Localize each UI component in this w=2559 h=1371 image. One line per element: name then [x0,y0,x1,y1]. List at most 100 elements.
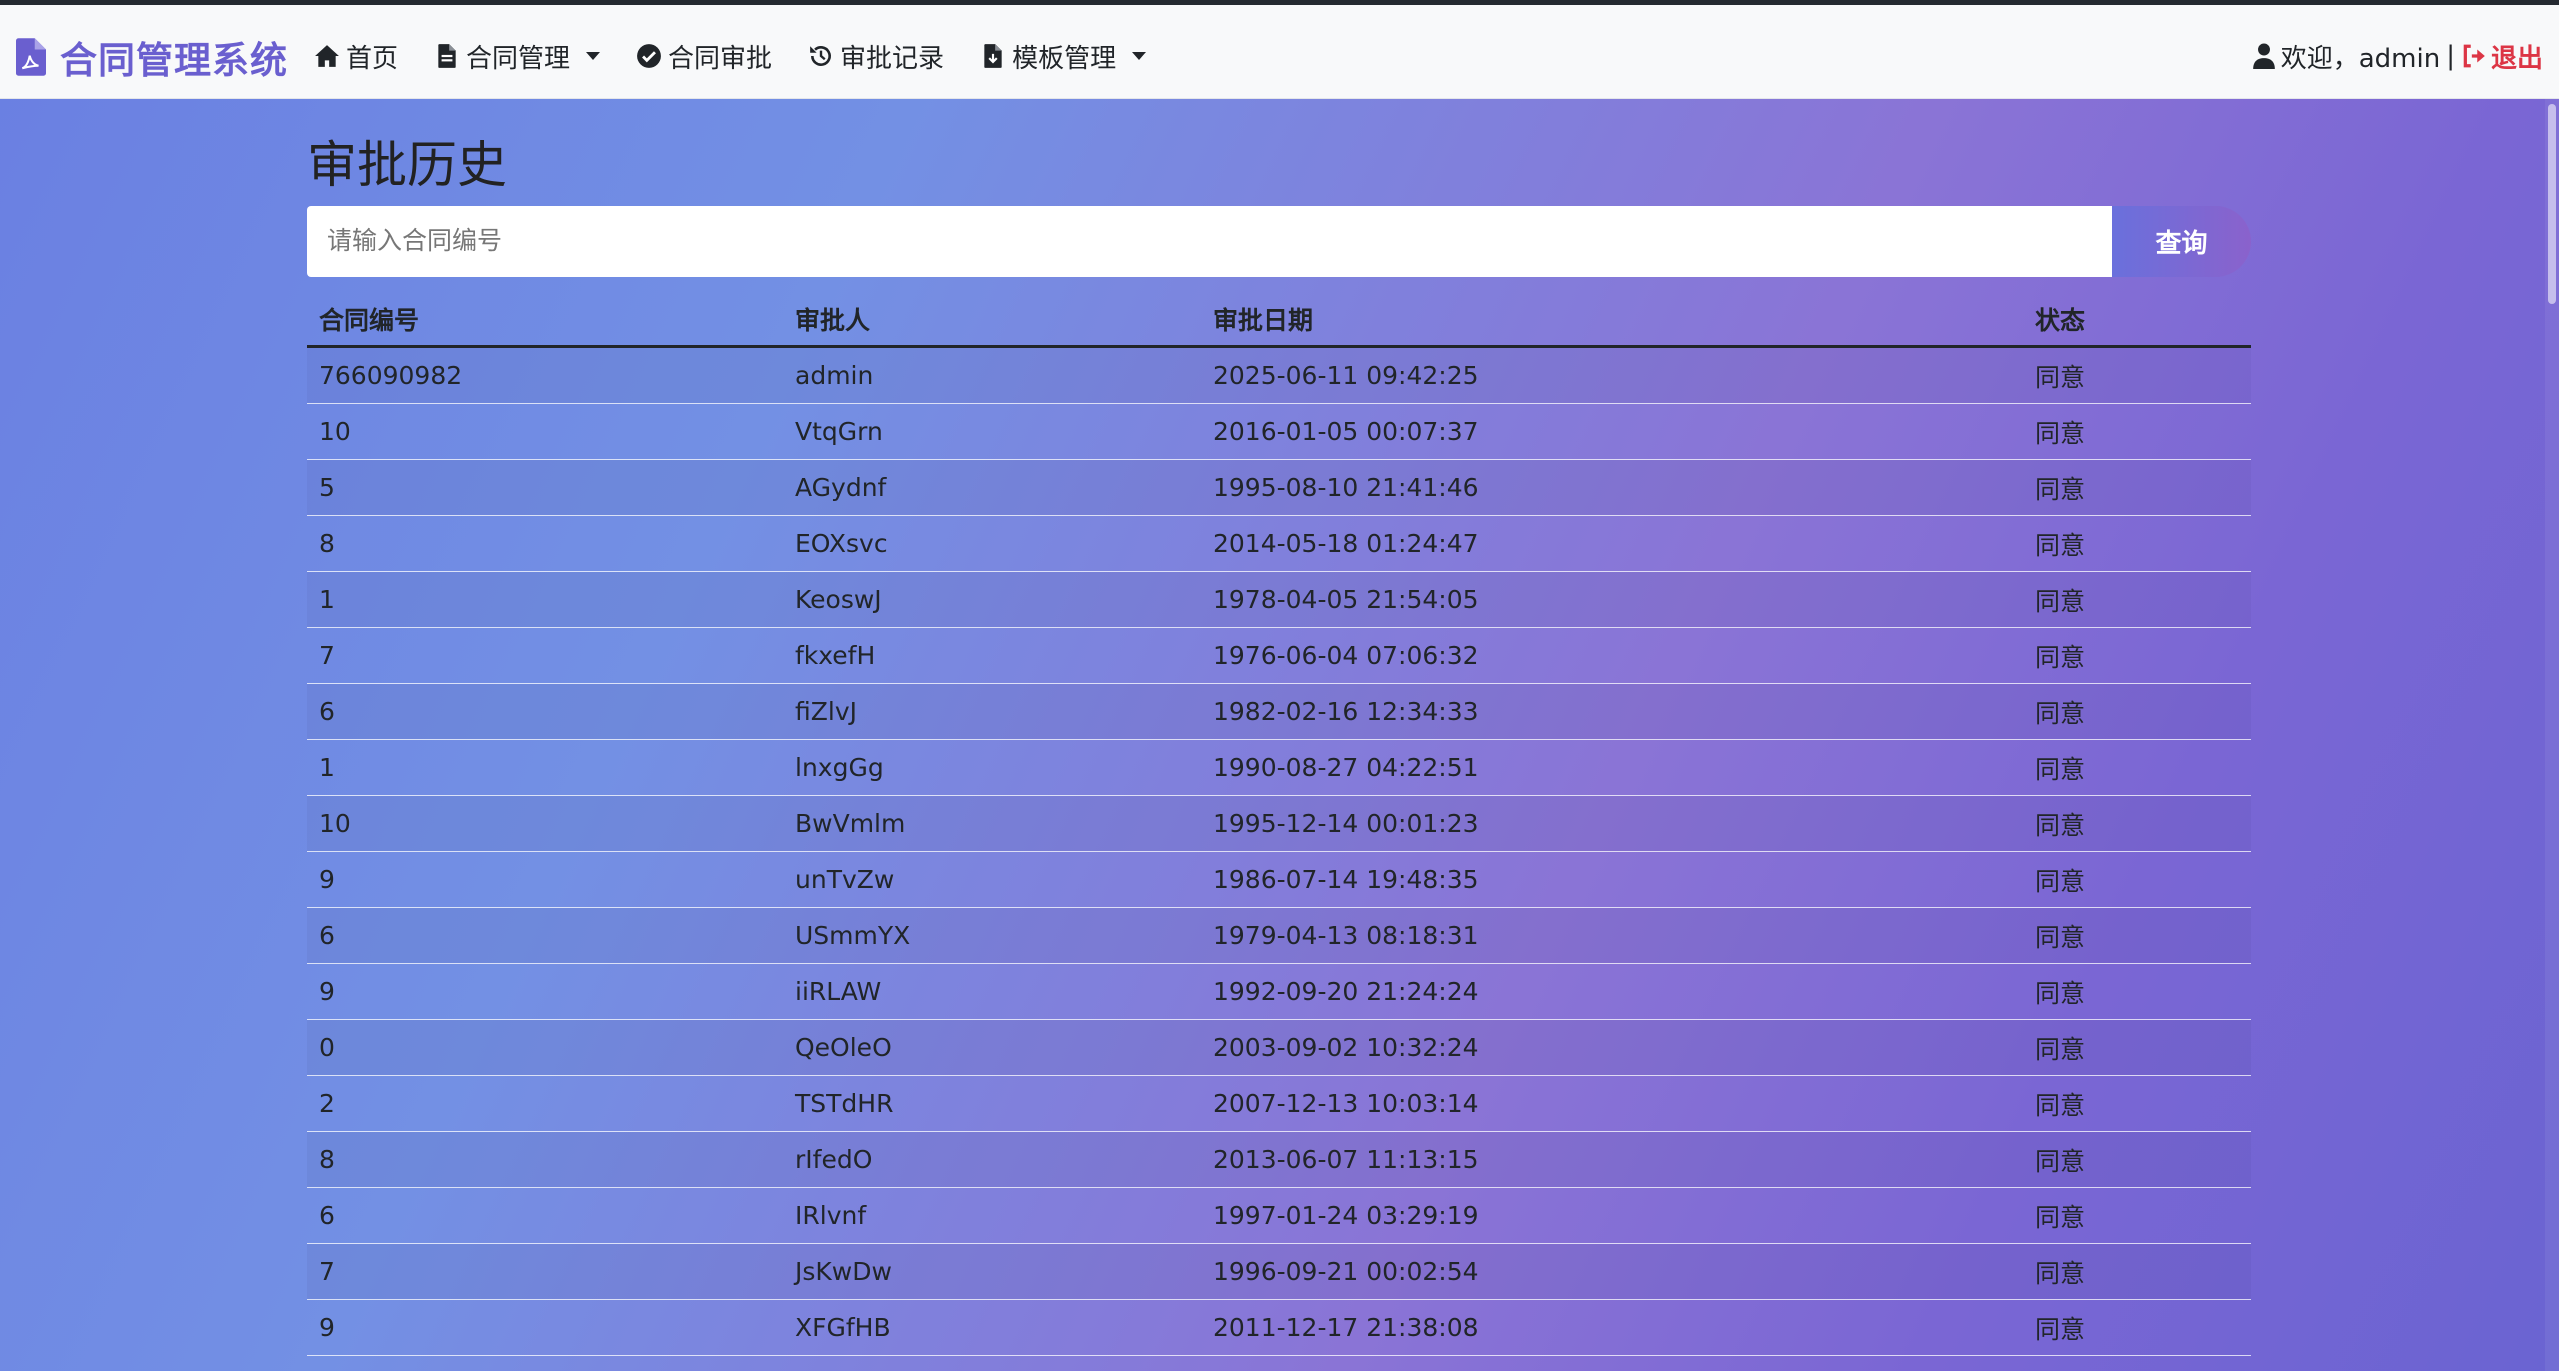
approver-cell: QeOleO [783,1019,1201,1076]
contract-no-cell: 9 [307,851,783,908]
brand-link[interactable]: 合同管理系统 [16,29,288,85]
contract-no-cell: 7 [307,627,783,684]
check-circle-icon [637,44,661,68]
contract-no-cell: 1 [307,739,783,796]
user-separator: | [2446,41,2455,71]
table-row: 2 TSTdHR 2007-12-13 10:03:14 同意 [307,1075,2251,1132]
approver-cell: rIfedO [783,1131,1201,1188]
contract-no-cell: 6 [307,1187,783,1244]
status-cell: 同意 [2023,1131,2251,1188]
contract-no-cell: 10 [307,403,783,460]
logout-link[interactable]: 退出 [2461,38,2543,75]
nav-template-management[interactable]: 模板管理 [980,38,1147,75]
contract-no-cell: 7 [307,1243,783,1300]
status-cell: 同意 [2023,739,2251,796]
search-input[interactable] [307,206,2112,277]
table-row: 10 BwVmlm 1995-12-14 00:01:23 同意 [307,795,2251,852]
contract-no-cell: 8 [307,515,783,572]
approval-date-cell: 1997-01-24 03:29:19 [1201,1187,2023,1244]
status-cell: 同意 [2023,515,2251,572]
contract-no-cell: 9 [307,963,783,1020]
status-cell: 同意 [2023,851,2251,908]
table-row: 6 fiZlvJ 1982-02-16 12:34:33 同意 [307,683,2251,740]
approver-cell: USmmYX [783,907,1201,964]
table-row: 9 unTvZw 1986-07-14 19:48:35 同意 [307,851,2251,908]
approval-date-cell: 2003-09-02 10:32:24 [1201,1019,2023,1076]
brand-title: 合同管理系统 [60,39,288,82]
table-row: 7 JsKwDw 1996-09-21 00:02:54 同意 [307,1243,2251,1300]
status-cell: 同意 [2023,571,2251,628]
column-header-approval-date: 审批日期 [1201,293,2023,348]
table-row: 8 EOXsvc 2014-05-18 01:24:47 同意 [307,515,2251,572]
table-row: 10 VtqGrn 2016-01-05 00:07:37 同意 [307,403,2251,460]
contract-no-cell: 766090982 [307,346,783,404]
approver-cell: JsKwDw [783,1243,1201,1300]
approver-cell: TSTdHR [783,1075,1201,1132]
status-cell: 同意 [2023,1299,2251,1356]
approver-cell: unTvZw [783,851,1201,908]
approver-cell: XFGfHB [783,1299,1201,1356]
approver-cell: fkxefH [783,627,1201,684]
approval-date-cell: 1995-12-14 00:01:23 [1201,795,2023,852]
welcome-text: 欢迎，admin [2280,43,2441,74]
approval-date-cell: 2014-05-18 01:24:47 [1201,515,2023,572]
status-cell: 同意 [2023,1019,2251,1076]
file-pdf-icon [16,38,46,76]
approver-cell: admin [783,346,1201,404]
sign-out-icon [2463,44,2485,68]
status-cell: 同意 [2023,795,2251,852]
table-body: 766090982 admin 2025-06-11 09:42:25 同意 10 Vtq… [307,346,2251,1356]
approval-date-cell: 1996-09-21 00:02:54 [1201,1243,2023,1300]
search-form: 查询 [307,206,2251,277]
status-cell: 同意 [2023,346,2251,404]
approval-date-cell: 1982-02-16 12:34:33 [1201,683,2023,740]
approval-date-cell: 1978-04-05 21:54:05 [1201,571,2023,628]
approver-cell: IRlvnf [783,1187,1201,1244]
status-cell: 同意 [2023,1243,2251,1300]
user-icon [2252,43,2275,69]
table-row: 1 lnxgGg 1990-08-27 04:22:51 同意 [307,739,2251,796]
contract-no-cell: 0 [307,1019,783,1076]
table-row: 6 IRlvnf 1997-01-24 03:29:19 同意 [307,1187,2251,1244]
table-header-row: 合同编号 审批人 审批日期 状态 [307,293,2251,348]
approval-date-cell: 2013-06-07 11:13:15 [1201,1131,2023,1188]
status-cell: 同意 [2023,627,2251,684]
status-cell: 同意 [2023,907,2251,964]
nav-contract-management-label: 合同管理 [466,43,571,74]
status-cell: 同意 [2023,1075,2251,1132]
contract-no-cell: 1 [307,571,783,628]
table-row: 6 USmmYX 1979-04-13 08:18:31 同意 [307,907,2251,964]
status-cell: 同意 [2023,403,2251,460]
main-nav: 首页 合同管理 合同审批 审批记录 模板管理 [314,31,1182,81]
file-download-icon [984,44,1002,68]
approver-cell: lnxgGg [783,739,1201,796]
table-row: 9 iiRLAW 1992-09-20 21:24:24 同意 [307,963,2251,1020]
approval-date-cell: 1979-04-13 08:18:31 [1201,907,2023,964]
scrollbar-thumb[interactable] [2548,104,2556,304]
status-cell: 同意 [2023,1187,2251,1244]
nav-contract-approval-label: 合同审批 [668,43,773,74]
approval-date-cell: 2016-01-05 00:07:37 [1201,403,2023,460]
file-icon [438,44,456,68]
table-row: 7 fkxefH 1976-06-04 07:06:32 同意 [307,627,2251,684]
contract-no-cell: 9 [307,1299,783,1356]
approval-date-cell: 1986-07-14 19:48:35 [1201,851,2023,908]
search-button[interactable]: 查询 [2112,206,2251,277]
nav-contract-management[interactable]: 合同管理 [434,38,601,75]
nav-home[interactable]: 首页 [314,38,398,75]
nav-approval-records[interactable]: 审批记录 [808,38,944,75]
column-header-status: 状态 [2023,293,2251,348]
approver-cell: KeoswJ [783,571,1201,628]
contract-no-cell: 10 [307,795,783,852]
approval-date-cell: 2007-12-13 10:03:14 [1201,1075,2023,1132]
logout-label: 退出 [2490,43,2543,74]
history-icon [810,46,831,66]
chevron-down-icon [586,52,601,60]
status-cell: 同意 [2023,963,2251,1020]
nav-contract-approval[interactable]: 合同审批 [636,38,772,75]
approval-date-cell: 1992-09-20 21:24:24 [1201,963,2023,1020]
approver-cell: VtqGrn [783,403,1201,460]
status-cell: 同意 [2023,459,2251,516]
contract-no-cell: 2 [307,1075,783,1132]
home-icon [315,45,339,67]
